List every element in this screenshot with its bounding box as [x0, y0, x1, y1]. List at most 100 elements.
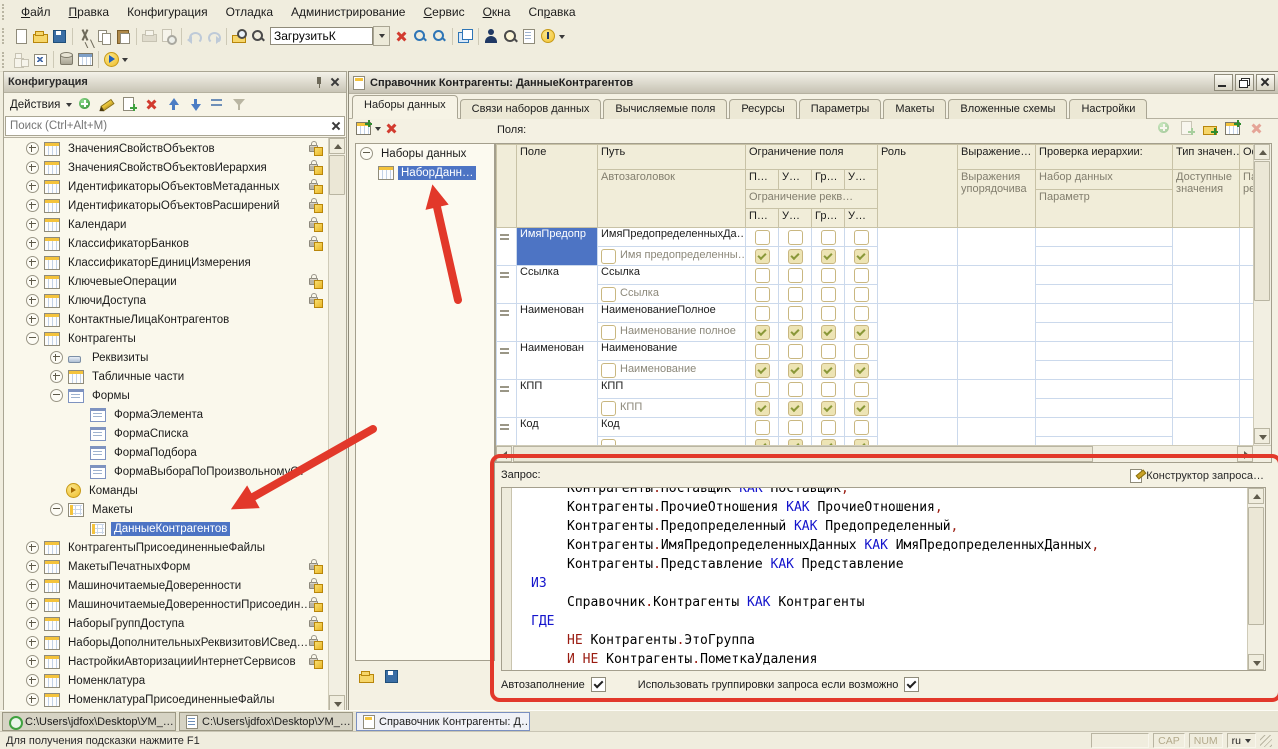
checkbox[interactable] — [854, 306, 869, 321]
restriction-checkbox-cell[interactable] — [746, 304, 779, 323]
valuetype-cell[interactable] — [1173, 380, 1240, 418]
field-name-cell[interactable]: Наименован — [517, 304, 598, 342]
row-handle-cell[interactable] — [497, 380, 517, 418]
save-icon[interactable] — [51, 28, 68, 45]
hierarchy-dataset-cell[interactable] — [1036, 304, 1173, 323]
scroll-down-icon[interactable] — [1254, 428, 1270, 444]
database-update-icon[interactable] — [58, 51, 75, 68]
add-folder-icon[interactable] — [1202, 120, 1219, 137]
expand-icon[interactable] — [50, 370, 63, 383]
restriction-checkbox-cell[interactable] — [779, 342, 812, 361]
restriction-checkbox-cell[interactable] — [845, 361, 878, 380]
hierarchy-parameter-cell[interactable] — [1036, 437, 1173, 446]
hierarchy-parameter-cell[interactable] — [1036, 361, 1173, 380]
hierarchy-parameter-cell[interactable] — [1036, 285, 1173, 304]
menu-item-Конфигурация[interactable]: Конфигурация — [118, 1, 217, 23]
menu-item-Отладка[interactable]: Отладка — [217, 1, 282, 23]
copy-icon[interactable] — [96, 28, 113, 45]
hierarchy-parameter-cell[interactable] — [1036, 323, 1173, 342]
tree-item[interactable]: ФормаЭлемента — [4, 405, 329, 424]
close-icon[interactable] — [1256, 74, 1275, 91]
restriction-checkbox-cell[interactable] — [812, 437, 845, 446]
save-query-icon[interactable] — [383, 668, 400, 685]
row-handle-cell[interactable] — [497, 304, 517, 342]
scrollbar-thumb[interactable] — [513, 446, 1093, 462]
restriction-checkbox-cell[interactable] — [812, 228, 845, 247]
checkbox[interactable] — [854, 420, 869, 435]
add-icon[interactable] — [77, 96, 94, 113]
expression-cell[interactable] — [958, 228, 1036, 266]
syntax-check-icon[interactable] — [483, 28, 500, 45]
scrollbar-thumb[interactable] — [329, 155, 345, 195]
tab-Макеты[interactable]: Макеты — [883, 99, 946, 119]
restriction-checkbox-cell[interactable] — [845, 228, 878, 247]
checkbox[interactable] — [821, 363, 836, 378]
fields-hscrollbar[interactable] — [496, 445, 1271, 462]
toolbar-grip[interactable] — [2, 28, 9, 44]
checkbox[interactable] — [821, 249, 836, 264]
expand-icon[interactable] — [26, 256, 39, 269]
checkbox[interactable] — [788, 363, 803, 378]
query-scrollbar[interactable] — [1247, 488, 1265, 670]
tree-item[interactable]: ЗначенияСвойствОбъектов — [4, 139, 329, 158]
menu-item-Файл[interactable]: Файл — [12, 1, 60, 23]
restriction-checkbox-cell[interactable] — [845, 437, 878, 446]
field-name-cell[interactable]: КПП — [517, 380, 598, 418]
valuetype-cell[interactable] — [1173, 418, 1240, 446]
expand-icon[interactable] — [26, 693, 39, 706]
add-field-icon[interactable] — [1156, 120, 1173, 137]
appearance-cell[interactable] — [1240, 418, 1253, 446]
checkbox[interactable] — [755, 382, 770, 397]
restriction-checkbox-cell[interactable] — [812, 323, 845, 342]
start-debugging-icon[interactable] — [103, 51, 120, 68]
tab-Параметры[interactable]: Параметры — [799, 99, 882, 119]
delete-icon[interactable] — [143, 96, 160, 113]
field-name-cell[interactable]: Код — [517, 418, 598, 446]
table-icon[interactable] — [77, 51, 94, 68]
tree-item[interactable]: НаборыГруппДоступа — [4, 614, 329, 633]
tree-item[interactable]: Макеты — [4, 500, 329, 519]
datasets-root-row[interactable]: Наборы данных — [356, 144, 494, 163]
restriction-checkbox-cell[interactable] — [746, 342, 779, 361]
print-preview-icon[interactable] — [160, 28, 177, 45]
hierarchy-dataset-cell[interactable] — [1036, 418, 1173, 437]
checkbox[interactable] — [788, 401, 803, 416]
checkbox[interactable] — [788, 382, 803, 397]
language-selector[interactable]: ru — [1227, 733, 1256, 748]
tree-item[interactable]: НаборыДополнительныхРеквизитовИСвед… — [4, 633, 329, 652]
row-handle-cell[interactable] — [497, 228, 517, 266]
expand-icon[interactable] — [26, 598, 39, 611]
expression-cell[interactable] — [958, 304, 1036, 342]
restriction-checkbox-cell[interactable] — [779, 228, 812, 247]
field-autotitle-cell[interactable]: Наименование — [598, 361, 746, 380]
restriction-checkbox-cell[interactable] — [746, 437, 779, 446]
restriction-checkbox-cell[interactable] — [845, 285, 878, 304]
checkbox[interactable] — [854, 325, 869, 340]
restriction-checkbox-cell[interactable] — [746, 266, 779, 285]
restriction-checkbox-cell[interactable] — [746, 380, 779, 399]
expand-icon[interactable] — [26, 294, 39, 307]
tree-item[interactable]: ФормаВыбораПоПроизвольномуОт — [4, 462, 329, 481]
copy-add-icon[interactable] — [121, 96, 138, 113]
minimize-icon[interactable] — [1214, 74, 1233, 91]
tab-Настройки[interactable]: Настройки — [1069, 99, 1147, 119]
restriction-checkbox-cell[interactable] — [746, 285, 779, 304]
field-path-cell[interactable]: КПП — [598, 380, 746, 399]
field-autotitle-cell[interactable]: Имя предопределенны… — [598, 247, 746, 266]
valuetype-cell[interactable] — [1173, 304, 1240, 342]
appearance-column-header[interactable]: Оф — [1240, 145, 1253, 170]
restriction-checkbox-cell[interactable] — [779, 247, 812, 266]
collapse-icon[interactable] — [50, 503, 63, 516]
restriction-checkbox-cell[interactable] — [746, 228, 779, 247]
expand-icon[interactable] — [26, 199, 39, 212]
expression-cell[interactable] — [958, 266, 1036, 304]
checkbox[interactable] — [755, 287, 770, 302]
tree-item[interactable]: КонтактныеЛицаКонтрагентов — [4, 310, 329, 329]
search-input[interactable] — [270, 27, 373, 45]
restriction-checkbox-cell[interactable] — [845, 304, 878, 323]
tree-item[interactable]: МашиночитаемыеДоверенности — [4, 576, 329, 595]
menu-item-Правка[interactable]: Правка — [60, 1, 119, 23]
scrollbar-thumb[interactable] — [1254, 161, 1270, 301]
restriction-checkbox-cell[interactable] — [812, 418, 845, 437]
global-search-icon[interactable] — [231, 28, 248, 45]
